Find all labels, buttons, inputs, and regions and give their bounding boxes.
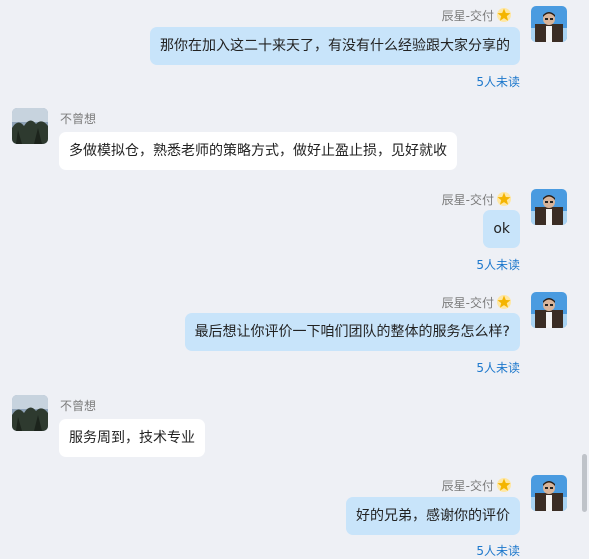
message-bubble[interactable]: ok xyxy=(483,210,520,248)
star-badge-icon xyxy=(496,7,512,23)
star-badge-icon xyxy=(496,294,512,310)
message-bubble[interactable]: 最后想让你评价一下咱们团队的整体的服务怎么样? xyxy=(184,313,520,351)
avatar[interactable] xyxy=(531,189,567,225)
message-bubble[interactable]: 服务周到，技术专业 xyxy=(59,419,205,457)
sender-name: 辰星-交付 xyxy=(442,7,512,24)
message-bubble[interactable]: 好的兄弟，感谢你的评价 xyxy=(346,497,520,535)
unread-status[interactable]: 5人未读 xyxy=(476,73,520,90)
avatar[interactable] xyxy=(531,475,567,511)
message-bubble[interactable]: 多做模拟仓，熟悉老师的策略方式，做好止盈止损，见好就收 xyxy=(59,132,457,170)
scrollbar[interactable] xyxy=(582,454,587,512)
avatar[interactable] xyxy=(531,6,567,42)
message-bubble[interactable]: 那你在加入这二十来天了，有没有什么经验跟大家分享的 xyxy=(150,27,520,65)
avatar[interactable] xyxy=(12,108,48,144)
star-badge-icon xyxy=(496,477,512,493)
sender-name: 辰星-交付 xyxy=(442,477,512,494)
unread-status[interactable]: 5人未读 xyxy=(476,359,520,376)
sender-name: 辰星-交付 xyxy=(442,191,512,208)
star-badge-icon xyxy=(496,191,512,207)
sender-name: 不曾想 xyxy=(60,399,97,413)
sender-name: 不曾想 xyxy=(60,112,97,126)
avatar[interactable] xyxy=(12,395,48,431)
unread-status[interactable]: 5人未读 xyxy=(476,542,520,559)
sender-name: 辰星-交付 xyxy=(442,294,512,311)
avatar[interactable] xyxy=(531,292,567,328)
unread-status[interactable]: 5人未读 xyxy=(476,256,520,273)
